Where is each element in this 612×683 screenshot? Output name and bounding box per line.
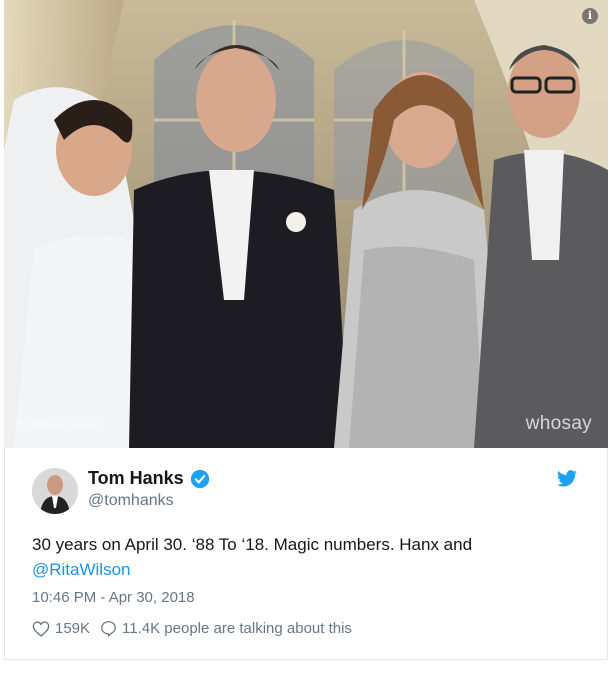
like-count: 159K <box>55 620 91 637</box>
tweet-text-main: 30 years on April 30. ‘88 To ‘18. Magic … <box>32 535 473 554</box>
display-name[interactable]: Tom Hanks <box>88 468 184 489</box>
verified-icon <box>190 469 209 488</box>
info-icon[interactable]: i <box>582 8 598 24</box>
heart-icon <box>32 620 50 637</box>
twitter-bird-icon[interactable] <box>556 470 578 488</box>
reply-action[interactable]: 11.4K people are talking about this <box>100 620 352 637</box>
reply-icon <box>101 621 116 637</box>
mention-link[interactable]: @RitaWilson <box>32 560 131 579</box>
tweet-timestamp[interactable]: 10:46 PM - Apr 30, 2018 <box>32 589 195 606</box>
like-action[interactable]: 159K <box>32 620 90 637</box>
tweet-actions: 159K 11.4K people are talking about this <box>32 620 362 637</box>
whosay-watermark: whosay <box>525 413 592 434</box>
author-row[interactable]: Tom Hanks <box>88 468 210 489</box>
tweet-body: Tom Hanks @tomhanks 30 years on April 30… <box>4 448 608 660</box>
tweet-text: 30 years on April 30. ‘88 To ‘18. Magic … <box>32 532 582 582</box>
reply-summary: 11.4K people are talking about this <box>122 620 352 637</box>
avatar[interactable] <box>32 468 78 514</box>
user-handle[interactable]: @tomhanks <box>88 492 174 510</box>
tweet-photo[interactable]: i © 2018 Tom Hanks whosay <box>4 0 608 448</box>
photo-copyright: © 2018 Tom Hanks <box>16 420 102 431</box>
photo-illustration <box>4 0 608 448</box>
